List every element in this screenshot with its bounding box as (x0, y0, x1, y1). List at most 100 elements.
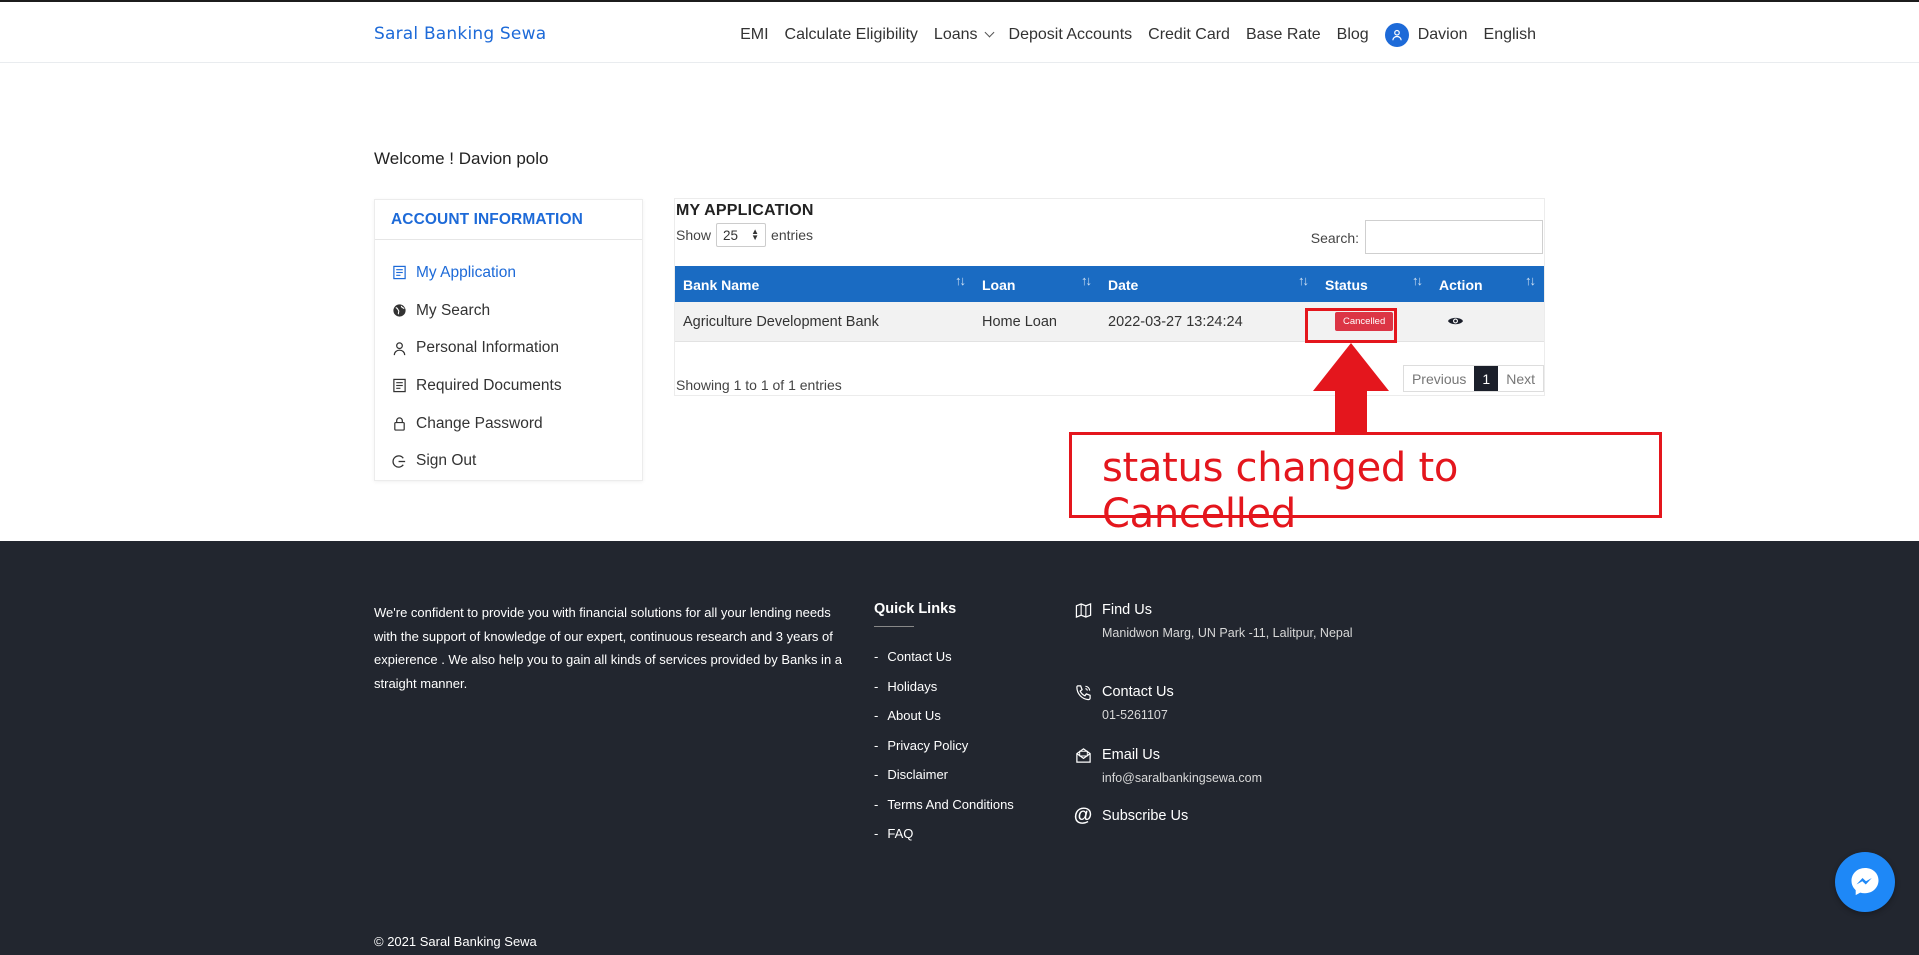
nav-loans-label: Loans (933, 26, 978, 43)
welcome-message: Welcome ! Davion polo (374, 149, 549, 168)
sidebar-item-label: My Application (416, 263, 516, 281)
annotation-note: status changed to Cancelled (1069, 432, 1662, 537)
sidebar-item-label: Personal Information (416, 339, 560, 357)
nav-emi[interactable]: EMI (740, 26, 768, 44)
at-sign-icon: @ (1073, 805, 1093, 826)
column-loan[interactable]: Loan ↑↓ (974, 266, 1100, 302)
sidebar-item-required-documents[interactable]: Required Documents (375, 367, 642, 405)
status-highlight-box (1305, 308, 1397, 343)
brand-logo[interactable]: Saral Banking Sewa (374, 24, 546, 44)
column-label: Date (1108, 277, 1139, 293)
quick-link-label: Contact Us (887, 649, 952, 664)
eye-icon[interactable] (1447, 315, 1464, 327)
quick-link-disclaimer[interactable]: - Disclaimer (874, 767, 1014, 797)
quick-link-label: Holidays (887, 678, 938, 694)
sort-icon: ↑↓ (1081, 273, 1092, 288)
quick-link-label: FAQ (887, 826, 914, 841)
quick-link-holidays[interactable]: - Holidays (874, 679, 1014, 709)
pagination-page-1[interactable]: 1 (1474, 366, 1499, 391)
user-icon (391, 340, 407, 356)
find-us-title: Find Us (1102, 602, 1152, 618)
annotation-text: status changed to Cancelled (1102, 445, 1458, 537)
column-status[interactable]: Status ↑↓ (1317, 266, 1431, 302)
show-label: Show (676, 227, 712, 243)
applications-table: Bank Name ↑↓ Loan ↑↓ Date ↑↓ Status ↑↓ Actio… (675, 266, 1544, 342)
globe-icon (391, 303, 407, 319)
user-avatar-icon (1384, 23, 1409, 47)
pagination-previous[interactable]: Previous (1404, 366, 1474, 391)
nav-deposit-accounts[interactable]: Deposit Accounts (1009, 26, 1133, 44)
sign-out-icon (391, 453, 407, 469)
sidebar-item-my-search[interactable]: My Search (375, 292, 642, 330)
sidebar-item-label: Required Documents (416, 376, 562, 394)
sidebar-menu: My Application My Search Personal Inform… (375, 240, 642, 480)
quick-link-faq[interactable]: - FAQ (874, 826, 1014, 856)
sort-icon: ↑↓ (1525, 273, 1536, 288)
phone-icon (1074, 683, 1092, 701)
sidebar-item-my-application[interactable]: My Application (375, 254, 642, 292)
chevron-down-icon (984, 27, 994, 38)
table-header: Bank Name ↑↓ Loan ↑↓ Date ↑↓ Status ↑↓ Actio… (675, 266, 1544, 302)
sidebar-item-sign-out[interactable]: Sign Out (375, 442, 642, 480)
entries-length-control: Show 25 ▲ ▼ entries (676, 223, 813, 247)
quick-link-label: About Us (887, 708, 941, 723)
search-input[interactable] (1365, 220, 1543, 254)
messenger-chat-button[interactable] (1835, 852, 1895, 912)
column-label: Bank Name (683, 277, 760, 293)
email-us-title: Email Us (1102, 747, 1161, 763)
quick-link-terms[interactable]: - Terms And Conditions (874, 797, 1014, 827)
nav-blog[interactable]: Blog (1337, 26, 1369, 44)
contact-us-title: Contact Us (1102, 684, 1174, 700)
sidebar-item-label: Sign Out (416, 452, 477, 470)
quick-link-label: Privacy Policy (887, 737, 969, 753)
quick-link-privacy-policy[interactable]: - Privacy Policy (874, 738, 1014, 768)
cell-action (1431, 302, 1544, 341)
lock-icon (391, 416, 407, 432)
map-icon (1074, 601, 1092, 619)
table-row: Agriculture Development Bank Home Loan 2… (675, 302, 1544, 342)
contact-email[interactable]: info@saralbankingsewa.com (1102, 768, 1362, 788)
pagination: Previous 1 Next (1402, 365, 1544, 392)
subscribe-title: Subscribe Us (1102, 808, 1189, 824)
sidebar-item-label: My Search (416, 301, 491, 319)
entries-select[interactable]: 25 ▲ ▼ (716, 223, 767, 247)
column-bank-name[interactable]: Bank Name ↑↓ (675, 266, 974, 302)
sidebar-item-label: Change Password (416, 414, 543, 432)
sort-icon: ↑↓ (1412, 273, 1423, 288)
account-sidebar: ACCOUNT INFORMATION My Application My Se… (374, 199, 643, 481)
nav-loans-dropdown[interactable]: Loans (933, 26, 994, 44)
column-label: Action (1439, 277, 1483, 293)
select-arrows-icon: ▲ ▼ (751, 227, 760, 242)
column-date[interactable]: Date ↑↓ (1100, 266, 1317, 302)
panel-title: MY APPLICATION (676, 202, 814, 219)
language-selector[interactable]: English (1484, 26, 1536, 44)
nav-credit-card[interactable]: Credit Card (1148, 26, 1230, 44)
quick-links-divider (874, 626, 914, 627)
footer-about-text: We're confident to provide you with fina… (374, 605, 843, 691)
application-icon (391, 265, 407, 281)
user-menu[interactable]: Davion (1384, 23, 1468, 47)
contact-us-block: Contact Us 01-5261107 (1074, 683, 1362, 725)
pagination-next[interactable]: Next (1498, 366, 1543, 391)
nav-calculate-eligibility[interactable]: Calculate Eligibility (785, 26, 918, 44)
cell-date: 2022-03-27 13:24:24 (1108, 314, 1243, 330)
find-us-address: Manidwon Marg, UN Park -11, Lalitpur, Ne… (1102, 626, 1353, 640)
quick-links-list: - Contact Us - Holidays - About Us - Privacy… (874, 649, 1014, 856)
column-action[interactable]: Action ↑↓ (1431, 266, 1544, 302)
quick-link-contact-us[interactable]: - Contact Us (874, 649, 1014, 679)
contact-phone[interactable]: 01-5261107 (1102, 705, 1362, 725)
subscribe-block[interactable]: @ Subscribe Us (1073, 805, 1189, 826)
my-application-panel: MY APPLICATION Show 25 ▲ ▼ entries Search… (674, 198, 1545, 396)
quick-link-about-us[interactable]: - About Us (874, 708, 1014, 738)
search-label: Search: (1310, 230, 1359, 246)
cell-loan: Home Loan (982, 314, 1057, 330)
sidebar-item-personal-information[interactable]: Personal Information (375, 329, 642, 367)
user-name: Davion (1417, 26, 1468, 43)
sidebar-title: ACCOUNT INFORMATION (375, 200, 642, 240)
quick-link-label: Disclaimer (887, 767, 949, 782)
table-info: Showing 1 to 1 of 1 entries (676, 377, 842, 393)
nav-base-rate[interactable]: Base Rate (1246, 26, 1321, 44)
sidebar-item-change-password[interactable]: Change Password (375, 405, 642, 443)
cell-bank-name: Agriculture Development Bank (683, 314, 879, 330)
quick-links-title: Quick Links (874, 601, 957, 617)
